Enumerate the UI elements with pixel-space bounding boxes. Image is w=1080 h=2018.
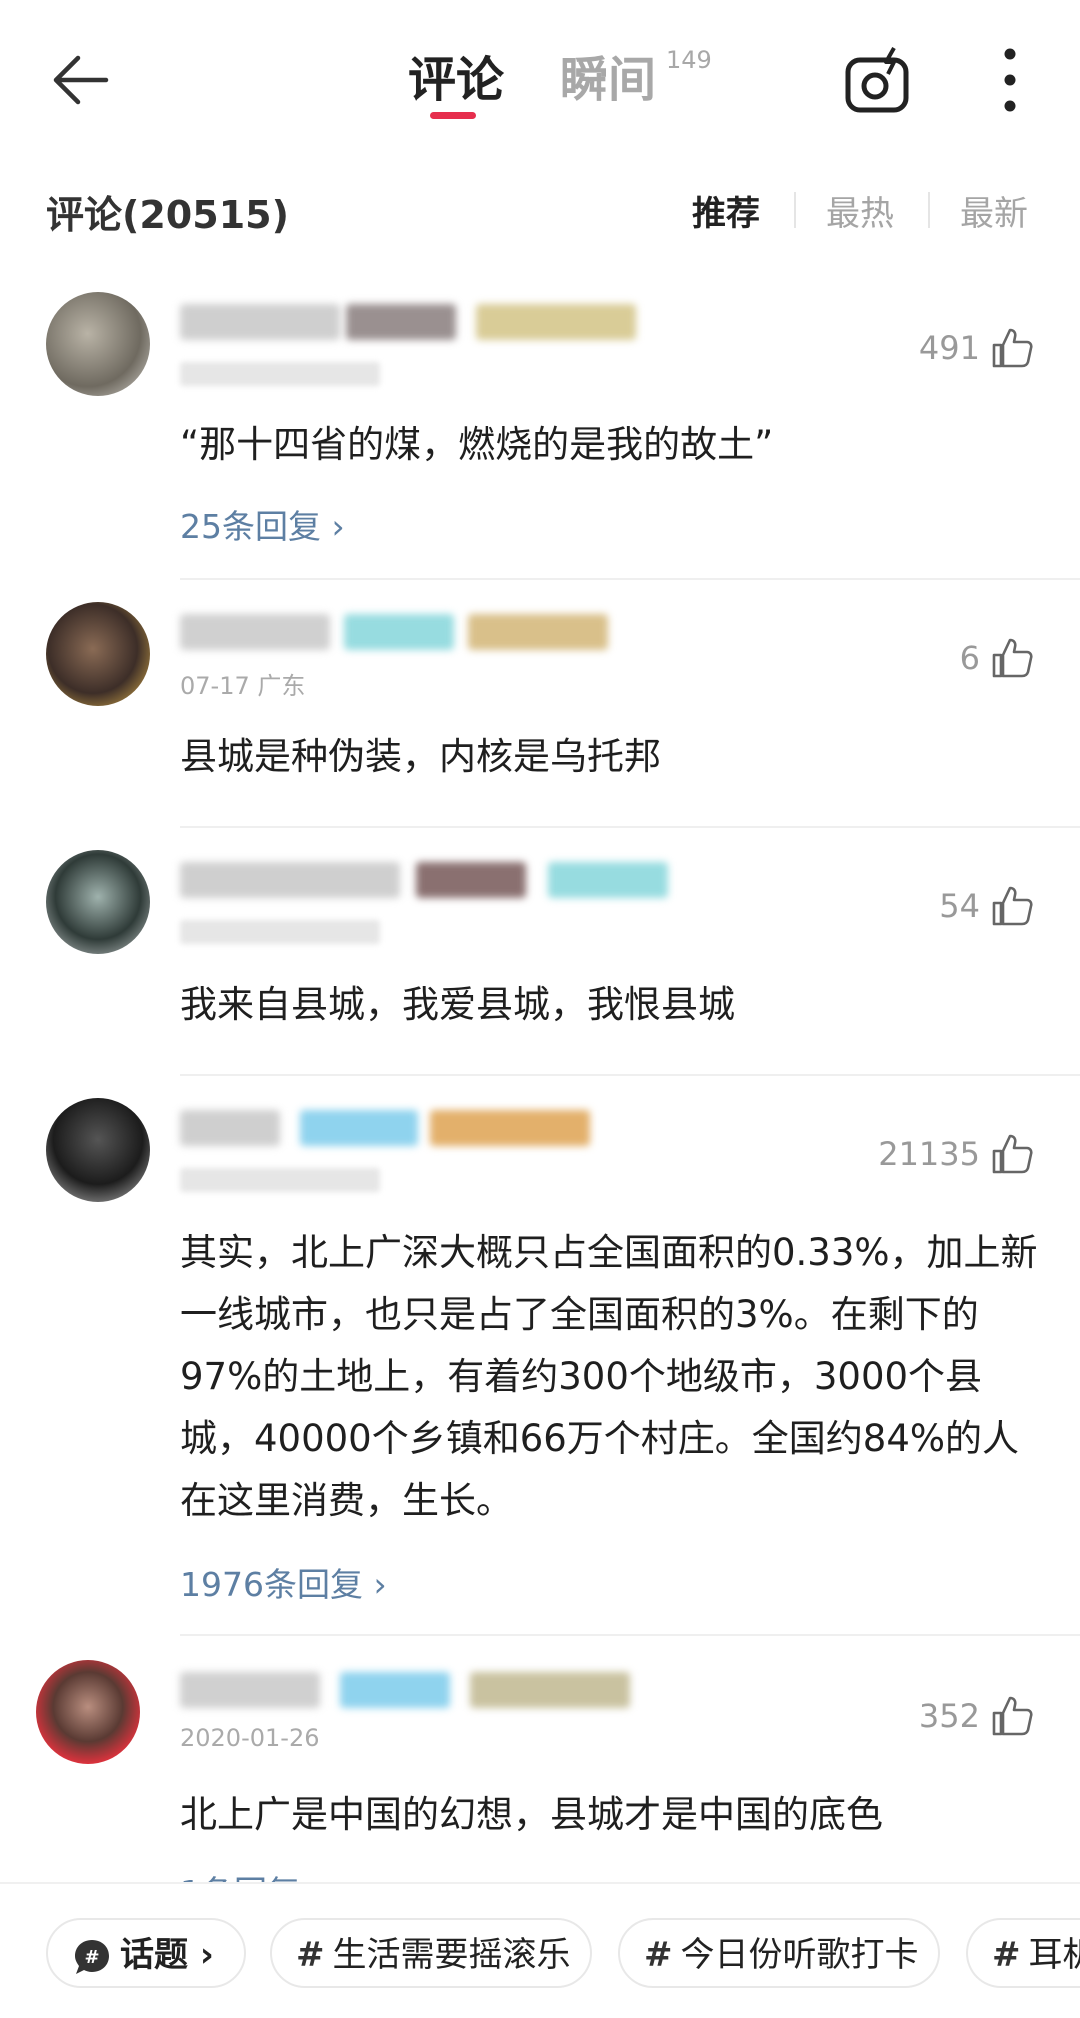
sort-hot-button[interactable]: 最热 [826,186,894,235]
avatar[interactable] [46,602,150,706]
more-options-icon[interactable] [990,44,1030,116]
tab-active-indicator [430,112,476,119]
like-count: 6 [960,639,980,677]
comment-text: 北上广是中国的幻想，县城才是中国的底色 [180,1784,1040,1846]
camera-icon[interactable] [842,46,914,118]
hashtag-icon: # [992,1935,1021,1975]
hashtag-icon: # [644,1935,673,1975]
divider [180,826,1080,828]
like-button[interactable]: 21135 [878,1130,1034,1178]
like-button[interactable]: 54 [939,882,1034,930]
thumbs-up-icon [990,326,1034,370]
hashtag-icon: # [296,1935,325,1975]
comment-text: 我来自县城，我爱县城，我恨县城 [180,974,1040,1036]
like-count: 21135 [878,1135,980,1173]
thumbs-up-icon [990,636,1034,680]
top-bar: 评论 瞬间 149 [0,0,1080,150]
like-button[interactable]: 352 [919,1692,1034,1740]
like-count: 491 [919,329,980,367]
comment-date: 2020-01-26 [180,1724,319,1752]
like-button[interactable]: 6 [960,634,1034,682]
divider [180,578,1080,580]
topic-icon: # [72,1937,112,1977]
topic-chip[interactable]: #生活需要摇滚乐 [270,1918,592,1988]
avatar[interactable] [36,1660,140,1764]
like-count: 352 [919,1697,980,1735]
blurred-date [180,1168,380,1192]
divider [180,1634,1080,1636]
topic-chip[interactable]: #耳机 [966,1918,1080,1988]
topic-bar: # 话题 › #生活需要摇滚乐 #今日份听歌打卡 #耳机 [0,1882,1080,2018]
divider [180,1074,1080,1076]
tab-moments[interactable]: 瞬间 [560,40,656,110]
topic-button[interactable]: # 话题 › [46,1918,246,1988]
thumbs-up-icon [990,1694,1034,1738]
tab-comments[interactable]: 评论 [408,40,504,110]
blurred-date [180,362,380,386]
avatar[interactable] [46,850,150,954]
topic-chip-label: 今日份听歌打卡 [681,1935,919,1975]
avatar[interactable] [46,1098,150,1202]
like-count: 54 [939,887,980,925]
sort-new-button[interactable]: 最新 [960,186,1028,235]
blurred-date [180,920,380,944]
back-arrow-icon[interactable] [48,48,112,112]
comment-count-title: 评论(20515) [46,184,289,239]
comment-date: 07-17 广东 [180,666,305,701]
like-button[interactable]: 491 [919,324,1034,372]
topic-chip[interactable]: #今日份听歌打卡 [618,1918,940,1988]
sort-recommended-button[interactable]: 推荐 [692,186,760,235]
view-replies-link[interactable]: 1976条回复 › [180,1558,387,1606]
topic-chip-label: 生活需要摇滚乐 [333,1935,571,1975]
comment-text: “那十四省的煤，燃烧的是我的故土” [180,414,1040,476]
comment-text: 县城是种伪装，内核是乌托邦 [180,726,1040,788]
moments-count-badge: 149 [666,46,712,74]
topic-chip-label: 耳机 [1029,1935,1080,1975]
comments-header: 评论(20515) 推荐 最热 最新 [0,170,1080,250]
view-replies-link[interactable]: 25条回复 › [180,500,345,548]
topic-label: 话题 › [120,1935,214,1975]
thumbs-up-icon [990,1132,1034,1176]
sort-divider [928,192,930,228]
comment-text: 其实，北上广深大概只占全国面积的0.33%，加上新一线城市，也只是占了全国面积的… [180,1222,1040,1532]
sort-divider [794,192,796,228]
svg-text:#: # [84,1947,99,1968]
thumbs-up-icon [990,884,1034,928]
avatar[interactable] [46,292,150,396]
